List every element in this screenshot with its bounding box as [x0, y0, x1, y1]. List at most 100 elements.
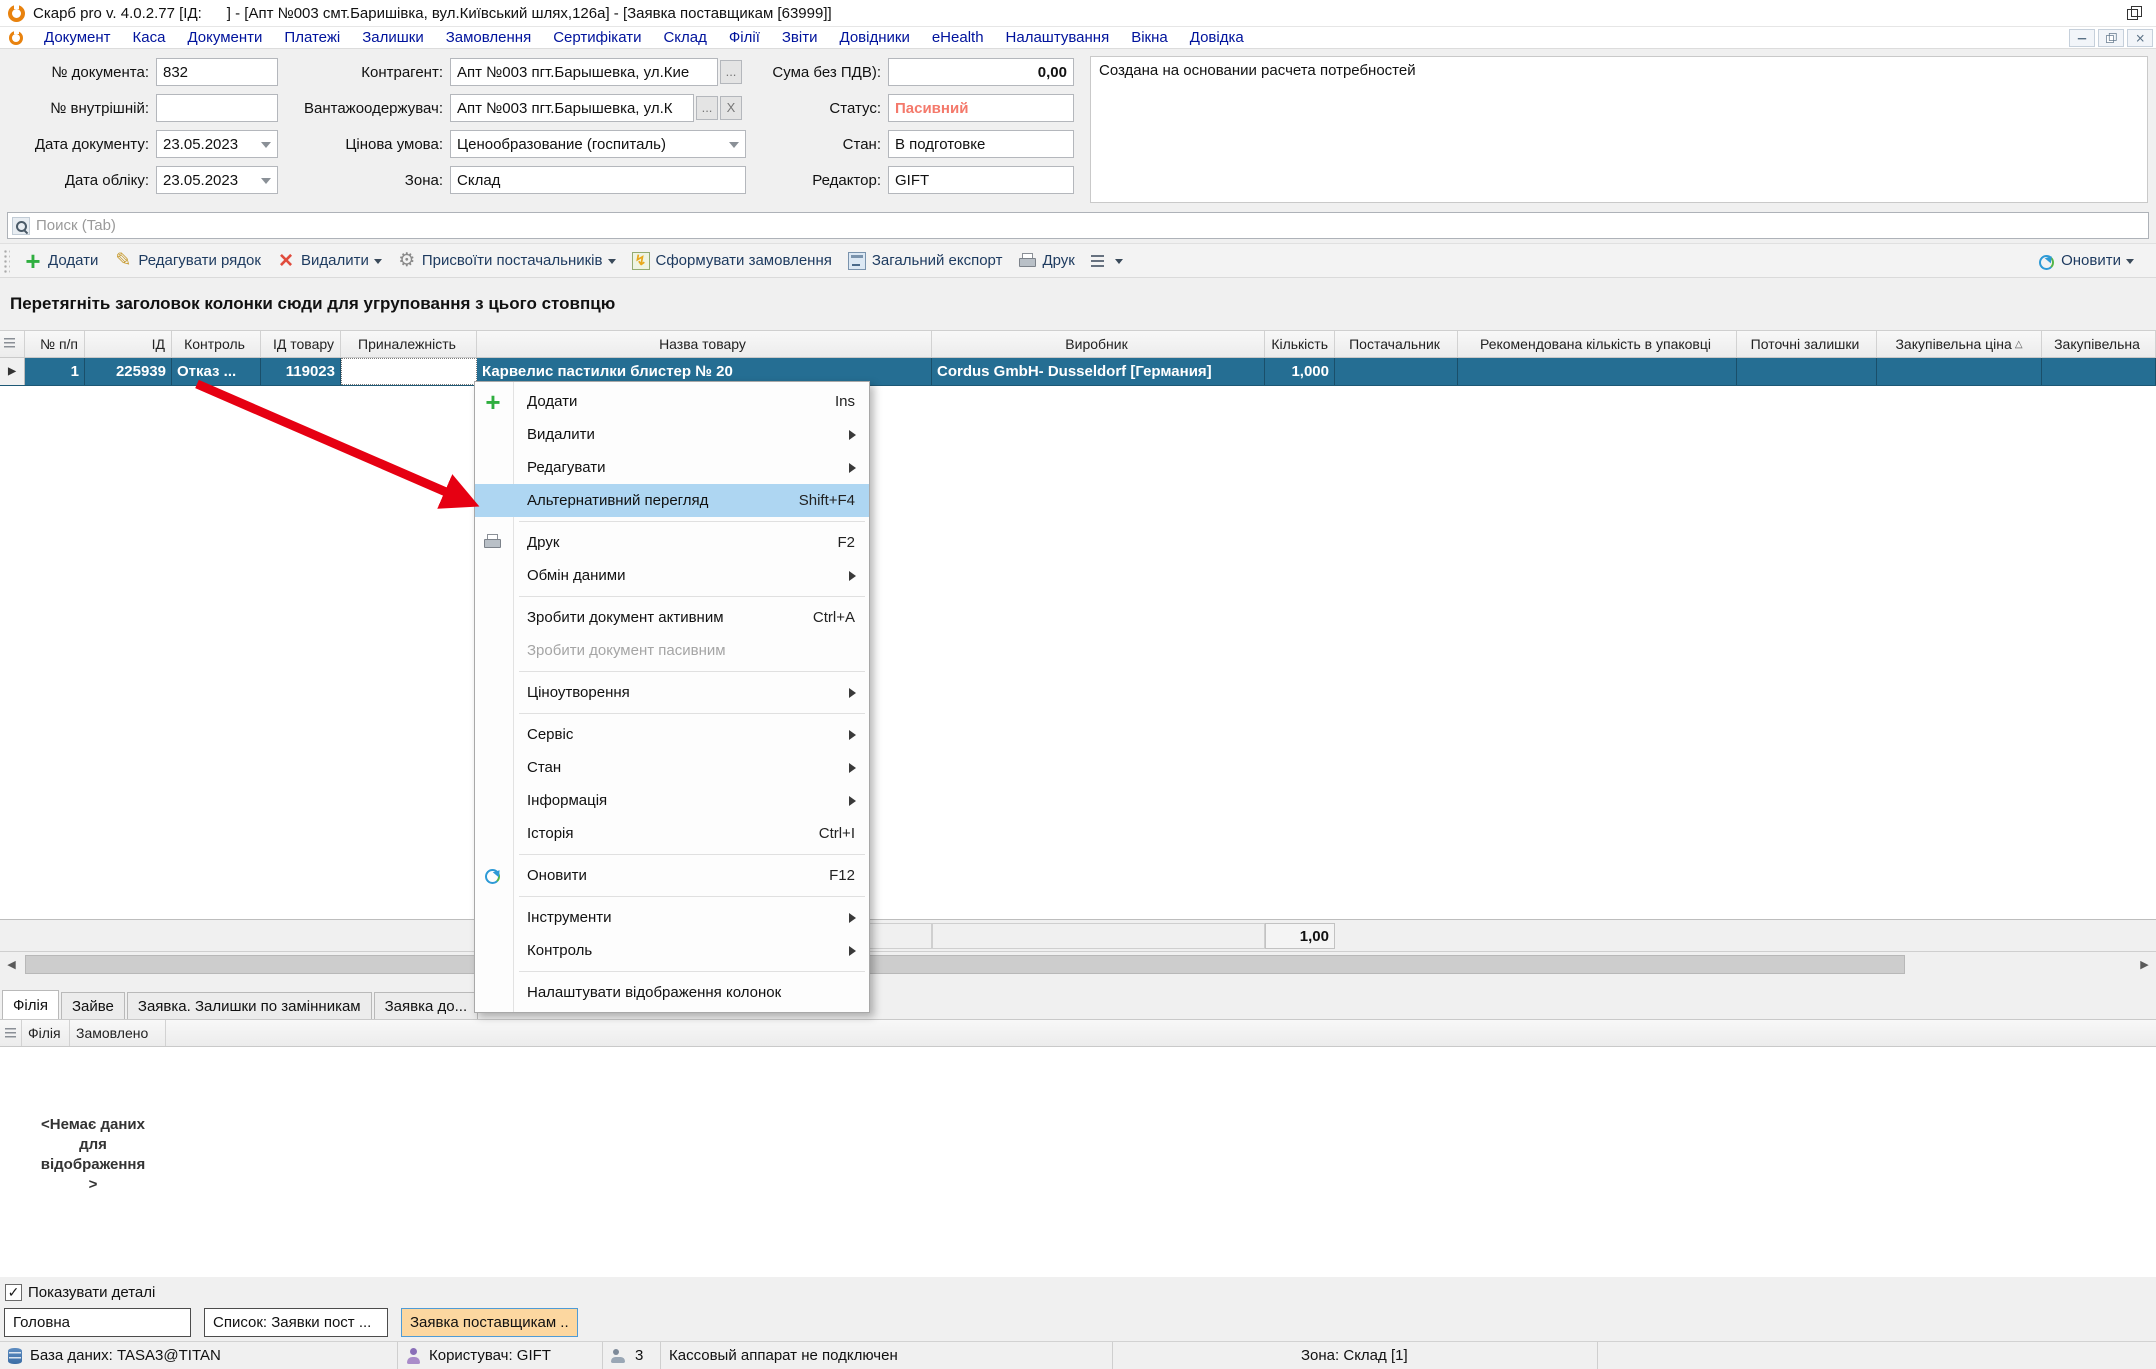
column-header[interactable]: Рекомендована кількість в упаковці	[1458, 331, 1737, 357]
price-condition-combo[interactable]: Ценообразование (госпиталь)	[450, 130, 746, 158]
detail-tab[interactable]: Заявка до...	[374, 992, 479, 1019]
menu-bar-item[interactable]: Документ	[33, 27, 122, 49]
column-header[interactable]: Кількість	[1265, 331, 1335, 357]
detail-tab[interactable]: Філія	[2, 990, 59, 1019]
context-menu-item[interactable]: ДодатиIns	[475, 385, 869, 418]
grid-cell[interactable]: 1,000	[1265, 358, 1335, 385]
context-menu-item[interactable]: Стан	[475, 751, 869, 784]
toolbar-button[interactable]: Загальний експорт	[840, 247, 1011, 275]
menu-bar-item[interactable]: Склад	[652, 27, 717, 49]
document-tab[interactable]: Список: Заявки пост ...	[204, 1308, 388, 1337]
context-menu-item[interactable]: Редагувати	[475, 451, 869, 484]
grid-cell[interactable]	[1458, 358, 1737, 385]
context-menu-item[interactable]: Обмін даними	[475, 559, 869, 592]
context-menu-item[interactable]: Видалити	[475, 418, 869, 451]
menu-bar-item[interactable]: eHealth	[921, 27, 995, 49]
mdi-control-button[interactable]	[2098, 29, 2124, 47]
menu-bar-item[interactable]: Платежі	[273, 27, 351, 49]
grid-cell[interactable]: Cordus GmbH- Dusseldorf [Германия]	[932, 358, 1265, 385]
refresh-button[interactable]: Оновити	[2029, 247, 2142, 275]
menu-bar-item[interactable]: Залишки	[351, 27, 435, 49]
mdi-control-button[interactable]	[2069, 29, 2095, 47]
show-details-checkbox[interactable]: ✓	[5, 1284, 22, 1301]
context-menu-item[interactable]: Сервіс	[475, 718, 869, 751]
mdi-control-button[interactable]	[2127, 29, 2153, 47]
grid-cell[interactable]: 1	[25, 358, 85, 385]
column-header[interactable]: Постачальник	[1335, 331, 1458, 357]
consignee-browse-button[interactable]: ...	[696, 96, 718, 120]
detail-column-header[interactable]: Замовлено	[70, 1020, 166, 1046]
context-menu-item[interactable]: Налаштувати відображення колонок	[475, 976, 869, 1009]
context-menu-item[interactable]: Зробити документ активнимCtrl+A	[475, 601, 869, 634]
contragent-input[interactable]: Апт №003 пгт.Барышевка, ул.Кие	[450, 58, 718, 86]
column-header[interactable]: Приналежність	[341, 331, 477, 357]
horizontal-scrollbar[interactable]: ◀ ▶	[0, 953, 2156, 976]
menu-bar-item[interactable]: Документи	[176, 27, 273, 49]
search-input[interactable]: Поиск (Tab)	[36, 217, 116, 234]
toolbar-button[interactable]: Присвоїти постачальників	[390, 247, 624, 275]
column-header[interactable]: Закупівельна	[2042, 331, 2156, 357]
grid-cell[interactable]: 119023	[261, 358, 341, 385]
column-header[interactable]: ІД товару	[261, 331, 341, 357]
context-menu-item[interactable]: Зробити документ пасивним	[475, 634, 869, 667]
grid-cell[interactable]	[1335, 358, 1458, 385]
grid-cell[interactable]	[1877, 358, 2042, 385]
grid-cell[interactable]: Отказ ...	[172, 358, 261, 385]
context-menu-item[interactable]	[475, 850, 869, 859]
toolbar-button[interactable]: Друк	[1010, 247, 1082, 275]
window-control-button[interactable]	[2112, 1, 2156, 25]
column-header[interactable]	[0, 331, 25, 357]
state-value[interactable]: В подготовке	[888, 130, 1074, 158]
context-menu-item[interactable]: Інформація	[475, 784, 869, 817]
document-tab[interactable]: Головна	[4, 1308, 191, 1337]
doc-date-combo[interactable]: 23.05.2023	[156, 130, 278, 158]
grid-cell[interactable]	[1737, 358, 1877, 385]
context-menu-item[interactable]	[475, 892, 869, 901]
context-menu-item[interactable]: ОновитиF12	[475, 859, 869, 892]
consignee-clear-button[interactable]: X	[720, 96, 742, 120]
menu-bar-item[interactable]: Вікна	[1120, 27, 1179, 49]
context-menu-item[interactable]: ІсторіяCtrl+I	[475, 817, 869, 850]
context-menu-item[interactable]: Контроль	[475, 934, 869, 967]
scroll-left-icon[interactable]: ◀	[0, 953, 23, 976]
column-header[interactable]: Поточні залишки	[1737, 331, 1877, 357]
context-menu-item[interactable]: ДрукF2	[475, 526, 869, 559]
column-header[interactable]: Виробник	[932, 331, 1265, 357]
context-menu-item[interactable]: Альтернативний переглядShift+F4	[475, 484, 869, 517]
context-menu-item[interactable]	[475, 592, 869, 601]
menu-bar-item[interactable]: Довідка	[1179, 27, 1255, 49]
menu-bar-item[interactable]: Замовлення	[435, 27, 542, 49]
context-menu-item[interactable]: Інструменти	[475, 901, 869, 934]
context-menu-item[interactable]	[475, 517, 869, 526]
column-header[interactable]: ІД	[85, 331, 172, 357]
context-menu-item[interactable]	[475, 967, 869, 976]
column-header[interactable]: Назва товару	[477, 331, 932, 357]
context-menu-item[interactable]: Ціноутворення	[475, 676, 869, 709]
toolbar-button[interactable]: Додати	[16, 247, 106, 275]
editor-value[interactable]: GIFT	[888, 166, 1074, 194]
menu-bar-item[interactable]: Налаштування	[995, 27, 1121, 49]
context-menu-item[interactable]	[475, 709, 869, 718]
menu-bar-item[interactable]: Сертифікати	[542, 27, 652, 49]
context-menu-item[interactable]	[475, 667, 869, 676]
grid-cell[interactable]	[2042, 358, 2156, 385]
toolbar-button[interactable]: Редагувати рядок	[106, 247, 269, 275]
column-header[interactable]: Закупівельна ціна△	[1877, 331, 2042, 357]
search-bar[interactable]: Поиск (Tab)	[7, 212, 2149, 239]
column-header[interactable]: Контроль	[172, 331, 261, 357]
grid-cell[interactable]: ▶	[0, 358, 25, 385]
contragent-browse-button[interactable]: ...	[720, 60, 742, 84]
document-tab[interactable]: Заявка поставщикам ..	[401, 1308, 578, 1337]
selected-grid-row[interactable]: ▶1225939Отказ ...119023Карвелис пастилки…	[0, 358, 2156, 386]
toolbar-button[interactable]: Сформувати замовлення	[624, 247, 840, 275]
doc-number-input[interactable]: 832	[156, 58, 278, 86]
detail-column-header[interactable]: Філія	[22, 1020, 70, 1046]
zone-input[interactable]: Склад	[450, 166, 746, 194]
toolbar-button[interactable]: Видалити	[269, 247, 390, 275]
column-header[interactable]: № п/п	[25, 331, 85, 357]
menu-bar-item[interactable]: Каса	[122, 27, 177, 49]
grid-cell[interactable]	[341, 358, 477, 385]
menu-bar-item[interactable]: Довідники	[829, 27, 921, 49]
scrollbar-thumb[interactable]	[25, 955, 1905, 974]
consignee-input[interactable]: Апт №003 пгт.Барышевка, ул.К	[450, 94, 694, 122]
